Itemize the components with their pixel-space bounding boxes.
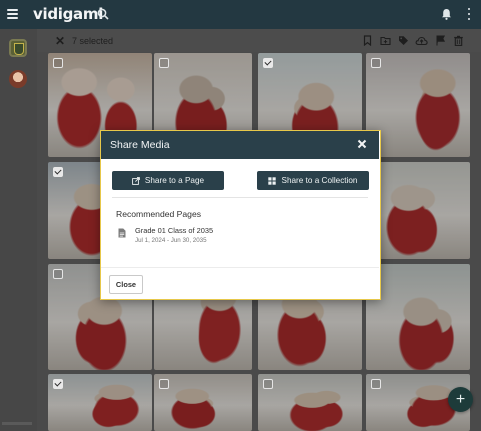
dialog-header: Share Media	[101, 131, 379, 159]
recommended-page-name[interactable]: Grade 01 Class of 2035	[135, 226, 213, 235]
recommended-heading: Recommended Pages	[116, 209, 202, 219]
share-to-page-button[interactable]: Share to a Page	[112, 171, 224, 190]
divider	[112, 197, 368, 198]
share-to-page-label: Share to a Page	[144, 176, 205, 185]
share-to-collection-label: Share to a Collection	[281, 176, 358, 185]
share-to-collection-button[interactable]: Share to a Collection	[257, 171, 369, 190]
footer-divider	[101, 267, 379, 268]
recommended-page-dates: Jul 1, 2024 - Jun 30, 2035	[135, 237, 207, 244]
collection-grid-icon	[268, 176, 277, 185]
dialog-title: Share Media	[110, 139, 170, 151]
share-page-icon	[132, 176, 140, 185]
close-button[interactable]: Close	[109, 275, 143, 294]
page-document-icon	[118, 228, 126, 238]
close-icon[interactable]	[357, 139, 367, 149]
share-media-dialog: Share Media Share to a Page Share to a C…	[100, 130, 381, 300]
